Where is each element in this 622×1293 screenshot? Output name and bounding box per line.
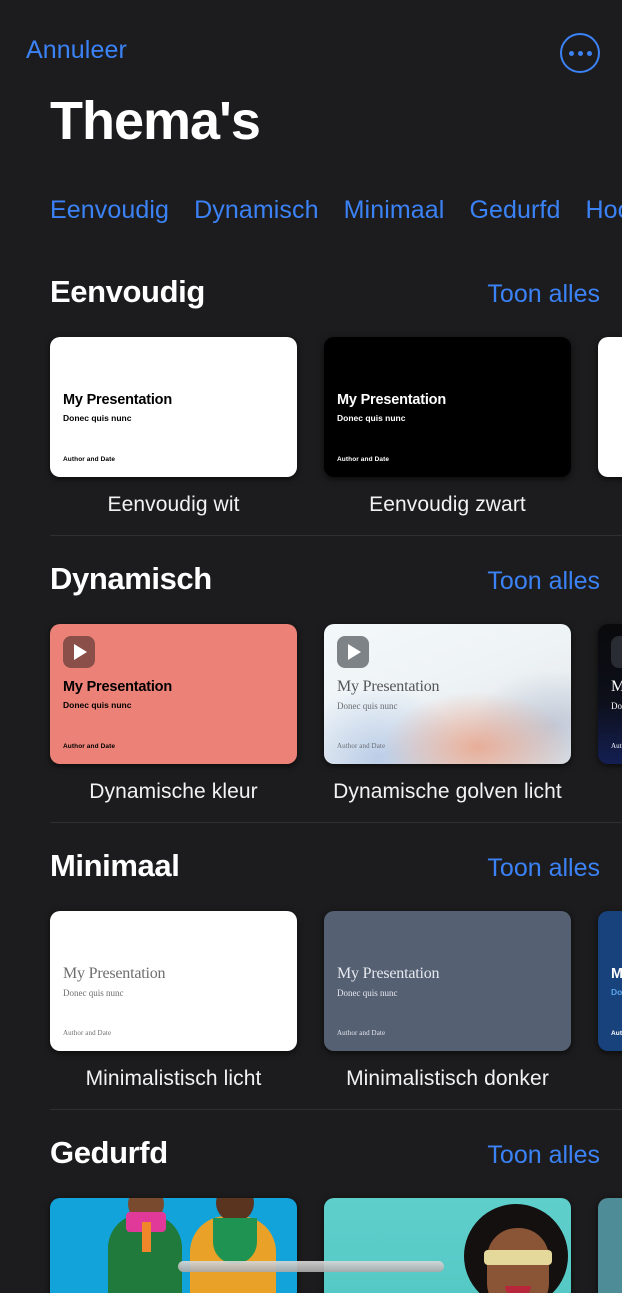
ellipsis-circle-icon[interactable] (560, 33, 600, 73)
slide-subtitle: Donec quis nunc (337, 988, 398, 998)
theme-thumbnail[interactable]: AUTHOR AND DATE MY PRESENTATION (50, 1198, 297, 1293)
theme-thumbnail[interactable] (598, 337, 622, 477)
section-minimaal: Minimaal Toon alles My Presentation Done… (0, 822, 622, 1109)
slide-subtitle: Donec quis nunc (337, 701, 398, 711)
section-header: Gedurfd Toon alles (0, 1109, 622, 1171)
slide-title: My Presentation (63, 392, 172, 408)
slide-subtitle: Donec quis nunc (337, 413, 406, 423)
theme-thumbnail[interactable] (324, 1198, 571, 1293)
play-icon (63, 636, 95, 668)
tab-hoogtepunten[interactable]: Hoo (585, 196, 622, 225)
slide-title: My Presentation (337, 678, 440, 695)
photo-figure-tie (142, 1222, 151, 1252)
theme-thumbnail[interactable]: My Presentation Donec quis nunc Author a… (598, 624, 622, 764)
theme-thumbnail[interactable]: My Presentation Donec quis nunc Author a… (50, 337, 297, 477)
section-title: Gedurfd (50, 1135, 168, 1170)
section-title: Eenvoudig (50, 274, 205, 309)
section-eenvoudig: Eenvoudig Toon alles My Presentation Don… (0, 248, 622, 535)
slide-footer: Author and Date (611, 1030, 622, 1037)
slide-title: My Presentation (63, 679, 172, 695)
slide-footer: Author and Date (63, 743, 116, 750)
theme-card-partial[interactable]: My Presentation Donec quis nunc Author a… (598, 911, 622, 1091)
theme-name: Dynamische kleur (89, 780, 258, 803)
section-title: Minimaal (50, 848, 180, 883)
tab-dynamisch[interactable]: Dynamisch (194, 196, 319, 225)
section-header: Minimaal Toon alles (0, 822, 622, 884)
section-dynamisch: Dynamisch Toon alles My Presentation Don… (0, 535, 622, 822)
theme-carousel[interactable]: My Presentation Donec quis nunc Author a… (0, 884, 622, 1091)
theme-thumbnail[interactable]: My Presentation Donec quis nunc Author a… (50, 911, 297, 1051)
show-all-button[interactable]: Toon alles (487, 567, 600, 596)
theme-thumbnail[interactable] (598, 1198, 622, 1293)
section-header: Dynamisch Toon alles (0, 535, 622, 597)
ellipsis-dot (577, 50, 583, 56)
photo-figure-mouth (505, 1286, 531, 1293)
theme-thumbnail[interactable]: My Presentation Donec quis nunc Author a… (324, 337, 571, 477)
theme-thumbnail[interactable]: My Presentation Donec quis nunc Author a… (598, 911, 622, 1051)
theme-card-partial[interactable] (598, 1198, 622, 1293)
show-all-button[interactable]: Toon alles (487, 1141, 600, 1170)
category-tabs[interactable]: Eenvoudig Dynamisch Minimaal Gedurfd Hoo (0, 190, 622, 230)
tab-eenvoudig[interactable]: Eenvoudig (50, 196, 169, 225)
slide-title: My Presentation (63, 965, 166, 982)
slide-title: My Presentation (337, 965, 440, 982)
slide-subtitle: Donec quis nunc (63, 413, 132, 423)
theme-card[interactable]: My Presentation Donec quis nunc Author a… (324, 337, 571, 517)
tab-minimaal[interactable]: Minimaal (344, 196, 445, 225)
slide-subtitle: Donec quis nunc (611, 987, 622, 997)
theme-name: Minimalistisch licht (85, 1067, 262, 1090)
theme-thumbnail[interactable]: My Presentation Donec quis nunc Author a… (324, 911, 571, 1051)
play-icon (337, 636, 369, 668)
theme-thumbnail[interactable]: My Presentation Donec quis nunc Author a… (324, 624, 571, 764)
theme-card[interactable]: My Presentation Donec quis nunc Author a… (324, 911, 571, 1091)
theme-name: Minimalistisch donker (346, 1067, 549, 1090)
play-icon (611, 636, 622, 668)
slide-title: My Presentation (611, 966, 622, 982)
theme-card[interactable]: AUTHOR AND DATE MY PRESENTATION (50, 1198, 297, 1293)
theme-sections: Eenvoudig Toon alles My Presentation Don… (0, 248, 622, 1293)
slide-title: My Presentation (337, 392, 446, 408)
slide-subtitle: Donec quis nunc (63, 700, 132, 710)
home-indicator[interactable] (178, 1261, 444, 1272)
theme-carousel[interactable]: My Presentation Donec quis nunc Author a… (0, 310, 622, 517)
tab-gedurfd[interactable]: Gedurfd (469, 196, 560, 225)
photo-figure-collar (213, 1218, 257, 1264)
theme-thumbnail[interactable]: My Presentation Donec quis nunc Author a… (50, 624, 297, 764)
theme-card-partial[interactable]: My Presentation Donec quis nunc Author a… (598, 624, 622, 804)
section-header: Eenvoudig Toon alles (0, 248, 622, 310)
theme-name: Eenvoudig zwart (369, 493, 526, 516)
slide-footer: Author and Date (337, 742, 386, 750)
theme-card[interactable]: My Presentation Donec quis nunc Author a… (50, 624, 297, 804)
theme-name: Dynamische golven licht (333, 780, 562, 803)
theme-carousel[interactable]: My Presentation Donec quis nunc Author a… (0, 597, 622, 804)
slide-footer: Author and Date (63, 1029, 112, 1037)
theme-carousel[interactable]: AUTHOR AND DATE MY PRESENTATION (0, 1171, 622, 1293)
slide-title: My Presentation (611, 678, 622, 695)
theme-name: Eenvoudig wit (107, 493, 240, 516)
show-all-button[interactable]: Toon alles (487, 280, 600, 309)
theme-card[interactable] (324, 1198, 571, 1293)
slide-subtitle: Donec quis nunc (611, 701, 622, 711)
navigation-bar: Annuleer (0, 0, 622, 82)
themes-picker-screen: Annuleer Thema's Eenvoudig Dynamisch Min… (0, 0, 622, 1293)
slide-footer: Author and Date (337, 1029, 386, 1037)
slide-footer: Author and Date (63, 456, 116, 463)
theme-card[interactable]: My Presentation Donec quis nunc Author a… (324, 624, 571, 804)
sunglasses-icon (484, 1250, 552, 1265)
ellipsis-dot (586, 50, 592, 56)
slide-footer: Author and Date (611, 742, 622, 750)
theme-card[interactable]: My Presentation Donec quis nunc Author a… (50, 911, 297, 1091)
theme-card-partial[interactable] (598, 337, 622, 517)
theme-card[interactable]: My Presentation Donec quis nunc Author a… (50, 337, 297, 517)
cancel-button[interactable]: Annuleer (26, 36, 127, 65)
page-title: Thema's (50, 91, 261, 151)
slide-subtitle: Donec quis nunc (63, 988, 124, 998)
slide-footer: Author and Date (337, 456, 390, 463)
ellipsis-dot (568, 50, 574, 56)
show-all-button[interactable]: Toon alles (487, 854, 600, 883)
section-title: Dynamisch (50, 561, 212, 596)
